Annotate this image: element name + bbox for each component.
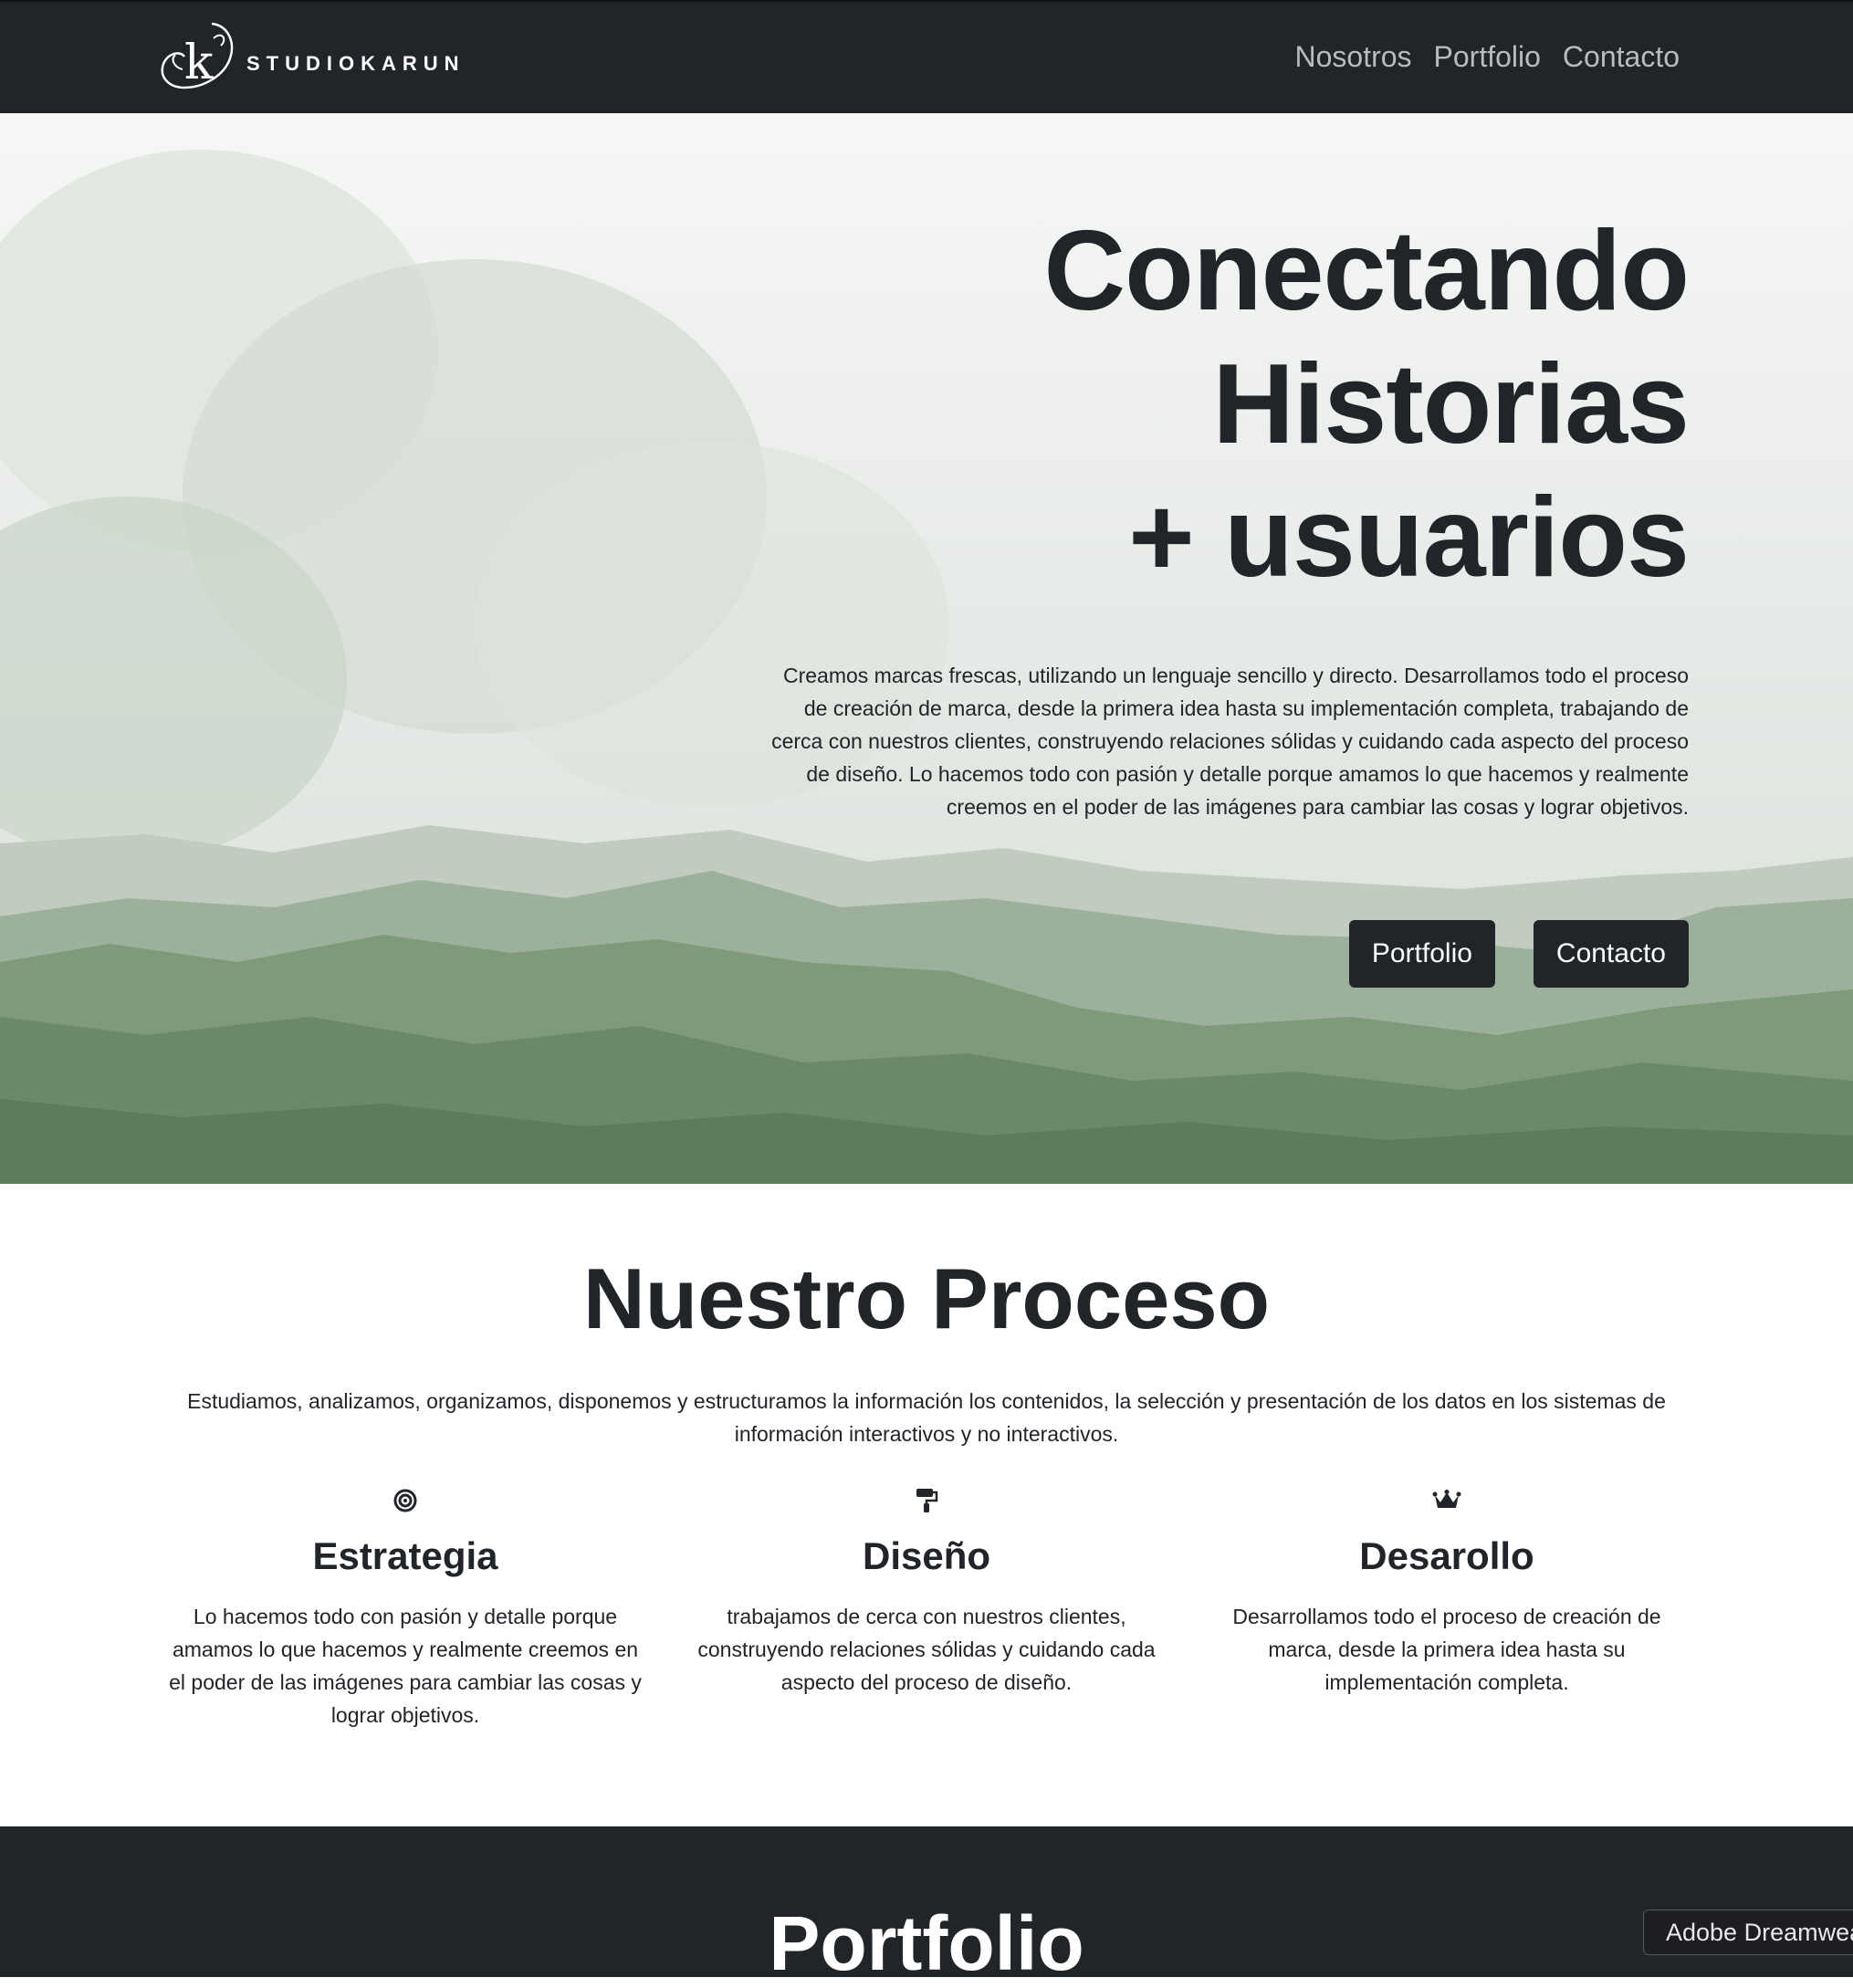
nav-link-contacto[interactable]: Contacto [1563,40,1680,74]
crown-icon [1200,1485,1693,1516]
nav-link-nosotros[interactable]: Nosotros [1294,40,1411,74]
process-title: Nuestro Proceso [582,1250,1271,1346]
portfolio-section: Portfolio [0,1826,1853,1986]
portfolio-title: Portfolio [769,1900,1084,1986]
hero-section: Conectando Historias + usuarios Creamos … [0,113,1853,1184]
column-title: Desarollo [1359,1534,1534,1577]
paint-roller-icon [680,1485,1173,1516]
logo-letter: k [184,36,214,90]
nav-links: Nosotros Portfolio Contacto [1294,40,1680,74]
hero-description: Creamos marcas frescas, utilizando un le… [771,664,1689,819]
navbar: k STUDIOKARUN Nosotros Portfolio Contact… [0,0,1853,115]
process-column-estrategia: Estrategia Lo hacemos todo con pasión y … [159,1485,652,1732]
nav-link-portfolio[interactable]: Portfolio [1434,40,1541,74]
process-column-diseno: Diseño trabajamos de cerca con nuestros … [680,1485,1173,1699]
column-title: Diseño [862,1534,991,1577]
portfolio-button[interactable]: Portfolio [1348,920,1495,988]
column-title: Estrategia [312,1534,498,1577]
column-text: Lo hacemos todo con pasión y detalle por… [169,1605,642,1727]
brand-name: STUDIOKARUN [246,52,466,75]
target-icon [159,1485,652,1516]
hero-buttons: Portfolio Contacto [1348,920,1689,988]
process-lead: Estudiamos, analizamos, organizamos, dis… [187,1389,1666,1446]
app-tooltip: Adobe Dreamweaver [1643,1910,1853,1955]
hero-title-line-2: Historias [1212,341,1690,467]
contacto-button[interactable]: Contacto [1533,920,1689,988]
hero-title: Conectando Historias + usuarios [1043,204,1690,604]
brand-logo[interactable]: k STUDIOKARUN [157,18,466,102]
process-section: Nuestro Proceso Estudiamos, analizamos, … [0,1184,1853,1826]
column-text: Desarrollamos todo el proceso de creació… [1232,1605,1661,1694]
hero-title-line-3: + usuarios [1128,475,1690,601]
hero-title-line-1: Conectando [1043,208,1690,334]
process-column-desarollo: Desarollo Desarrollamos todo el proceso … [1200,1485,1693,1699]
column-text: trabajamos de cerca con nuestros cliente… [697,1605,1156,1694]
logo-mark-icon: k [161,22,234,90]
